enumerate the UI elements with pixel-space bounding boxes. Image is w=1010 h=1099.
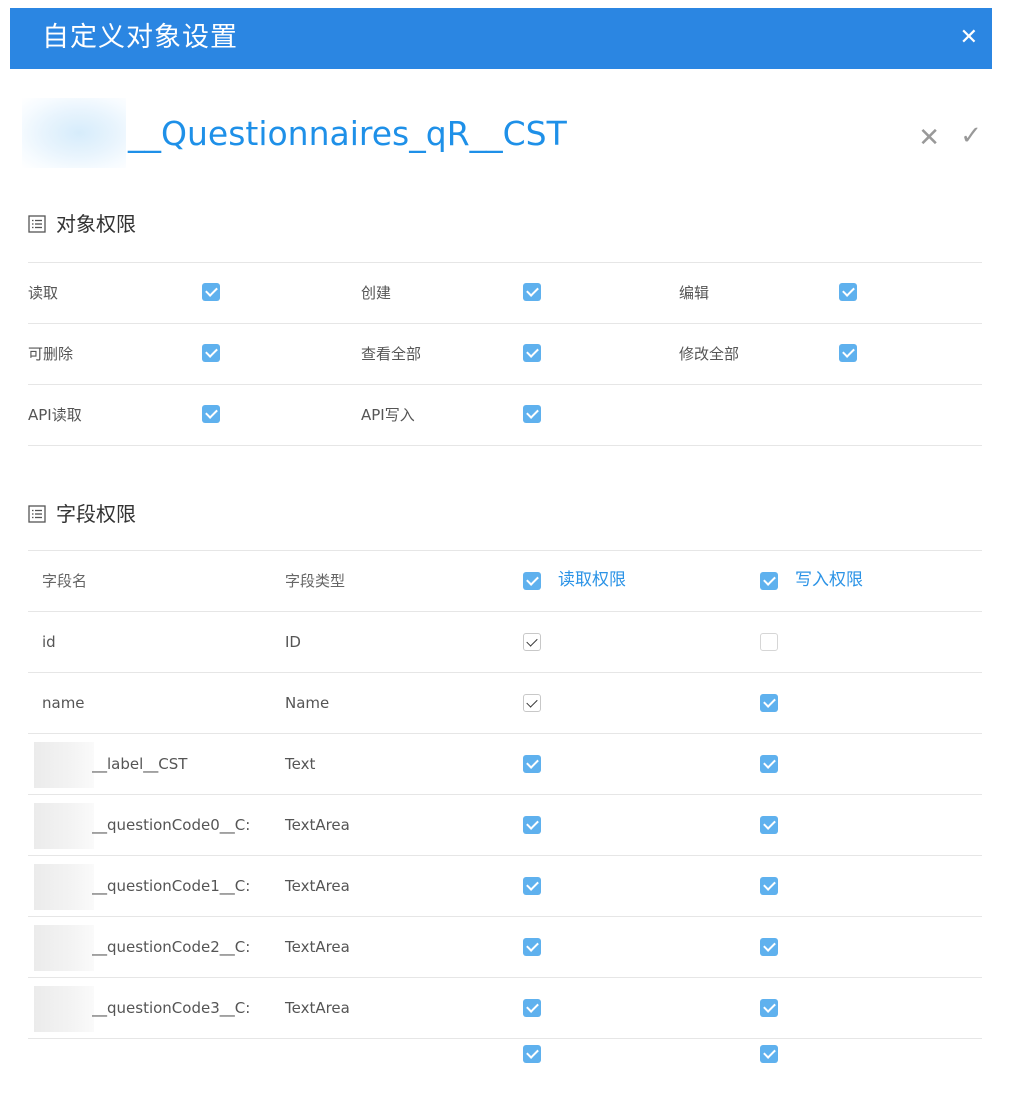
write-checkbox[interactable] (760, 755, 778, 773)
perm-checkbox-edit[interactable] (839, 283, 857, 301)
column-header-write[interactable]: 写入权限 (795, 570, 863, 590)
object-api-name: __Questionnaires_qR__CST (128, 114, 567, 153)
perm-label-api-read: API读取 (28, 406, 82, 424)
read-checkbox[interactable] (523, 877, 541, 895)
write-checkbox[interactable] (760, 938, 778, 956)
field-type: TextArea (285, 938, 350, 956)
list-icon (28, 504, 46, 523)
table-row: __questionCode2__C: TextArea (28, 917, 982, 978)
perm-label-read: 读取 (28, 284, 59, 302)
redacted-prefix (22, 98, 126, 168)
check-icon[interactable]: ✓ (960, 122, 982, 150)
perm-checkbox-api-write[interactable] (523, 405, 541, 423)
perm-label-view-all: 查看全部 (361, 345, 422, 363)
field-name: __questionCode3__C: (92, 999, 251, 1017)
close-icon[interactable]: ✕ (960, 24, 978, 52)
table-row: __questionCode3__C: TextArea (28, 978, 982, 1039)
object-permissions-table: 读取 创建 编辑 可删除 查看全部 修改全部 API读取 API写入 (28, 262, 982, 446)
write-checkbox[interactable] (760, 1045, 778, 1063)
perm-checkbox-view-all[interactable] (523, 344, 541, 362)
table-row: __questionCode0__C: TextArea (28, 795, 982, 856)
field-name: name (42, 694, 85, 712)
write-checkbox[interactable] (760, 999, 778, 1017)
permission-row: API读取 API写入 (28, 385, 982, 446)
permission-row: 可删除 查看全部 修改全部 (28, 324, 982, 385)
table-row: __label__CST Text (28, 734, 982, 795)
field-name: __questionCode0__C: (92, 816, 251, 834)
read-checkbox[interactable] (523, 1045, 541, 1063)
table-row: id ID (28, 612, 982, 673)
field-type: TextArea (285, 999, 350, 1017)
cancel-icon[interactable]: ✕ (918, 124, 940, 152)
table-row: name Name (28, 673, 982, 734)
field-permissions-table: 字段名 字段类型 读取权限 写入权限 id ID name Name __lab… (28, 550, 982, 1099)
perm-label-edit: 编辑 (679, 284, 710, 302)
redacted-prefix (34, 925, 94, 971)
column-header-read[interactable]: 读取权限 (558, 570, 626, 590)
write-checkbox[interactable] (760, 816, 778, 834)
select-all-write-checkbox[interactable] (760, 572, 778, 590)
column-header-type: 字段类型 (285, 572, 346, 590)
write-checkbox[interactable] (760, 694, 778, 712)
redacted-prefix (34, 803, 94, 849)
section-title-text: 对象权限 (56, 212, 136, 236)
write-checkbox (760, 633, 778, 651)
perm-label-create: 创建 (361, 284, 392, 302)
table-header-row: 字段名 字段类型 读取权限 写入权限 (28, 551, 982, 612)
field-name: __label__CST (92, 755, 188, 773)
table-row (28, 1039, 982, 1099)
section-title-text: 字段权限 (56, 502, 136, 526)
object-title-row: __Questionnaires_qR__CST ✕ ✓ (22, 98, 982, 170)
redacted-prefix (34, 742, 94, 788)
column-header-name: 字段名 (42, 572, 88, 590)
read-checkbox[interactable] (523, 999, 541, 1017)
perm-label-api-write: API写入 (361, 406, 415, 424)
write-checkbox[interactable] (760, 877, 778, 895)
perm-checkbox-api-read[interactable] (202, 405, 220, 423)
dialog-title: 自定义对象设置 (42, 22, 238, 53)
field-type: ID (285, 633, 301, 651)
field-name: id (42, 633, 56, 651)
field-type: Name (285, 694, 330, 712)
field-name: __questionCode2__C: (92, 938, 251, 956)
read-checkbox[interactable] (523, 938, 541, 956)
list-icon (28, 214, 46, 233)
perm-label-delete: 可删除 (28, 345, 74, 363)
dialog-header: 自定义对象设置 ✕ (10, 8, 992, 69)
perm-checkbox-modify-all[interactable] (839, 344, 857, 362)
perm-checkbox-read[interactable] (202, 283, 220, 301)
read-checkbox[interactable] (523, 755, 541, 773)
perm-label-modify-all: 修改全部 (679, 345, 740, 363)
redacted-prefix (34, 864, 94, 910)
permission-row: 读取 创建 编辑 (28, 263, 982, 324)
perm-checkbox-create[interactable] (523, 283, 541, 301)
read-checkbox (523, 694, 541, 712)
select-all-read-checkbox[interactable] (523, 572, 541, 590)
field-name: __questionCode1__C: (92, 877, 251, 895)
object-permissions-heading: 对象权限 (28, 210, 136, 238)
table-row: __questionCode1__C: TextArea (28, 856, 982, 917)
field-type: Text (285, 755, 316, 773)
field-type: TextArea (285, 816, 350, 834)
field-permissions-heading: 字段权限 (28, 500, 136, 528)
perm-checkbox-delete[interactable] (202, 344, 220, 362)
redacted-prefix (34, 986, 94, 1032)
field-type: TextArea (285, 877, 350, 895)
read-checkbox (523, 633, 541, 651)
read-checkbox[interactable] (523, 816, 541, 834)
